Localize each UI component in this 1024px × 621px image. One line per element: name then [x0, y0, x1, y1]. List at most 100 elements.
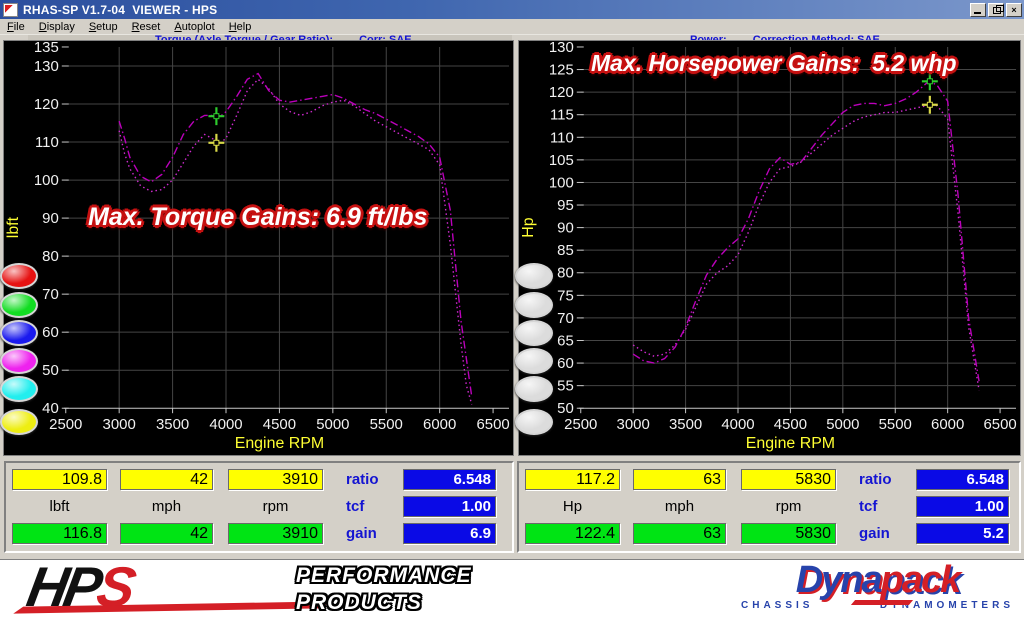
y-tick-label: 80 [557, 265, 574, 282]
x-tick-label: 4000 [721, 416, 754, 433]
channel-button-red[interactable] [0, 263, 38, 289]
mph-unit-label: mph [120, 498, 213, 515]
hp-unit-label: Hp [525, 498, 620, 515]
power-tcf-value: 1.00 [916, 496, 1009, 517]
power-gains-annotation: Max. Horsepower Gains: 5.2 whp [591, 50, 957, 77]
close-button[interactable]: × [1006, 3, 1022, 17]
dynapack-wordmark: Dynapack [735, 562, 1020, 598]
channel-button-3[interactable] [515, 320, 553, 346]
x-tick-label: 4500 [774, 416, 807, 433]
minimize-button[interactable] [970, 3, 986, 17]
x-tick-label: 2500 [564, 416, 597, 433]
window-title: RHAS-SP V1.7-04 VIEWER - HPS [23, 3, 970, 17]
title-bar[interactable]: RHAS-SP V1.7-04 VIEWER - HPS × [0, 0, 1024, 19]
app-window: RHAS-SP V1.7-04 VIEWER - HPS × File Disp… [0, 0, 1024, 621]
y-tick-label: 60 [42, 324, 59, 341]
channel-button-4[interactable] [515, 348, 553, 374]
dynapack-logo: Dynapack CHASSIS DYNAMOMETERS [735, 562, 1020, 611]
y-tick-label: 95 [557, 197, 574, 214]
channel-button-6[interactable] [515, 409, 553, 435]
channel-button-green[interactable] [0, 292, 38, 318]
modified-cursor [214, 114, 219, 119]
channel-button-2[interactable] [515, 292, 553, 318]
menu-setup[interactable]: Setup [82, 21, 125, 33]
ratio-label: ratio [346, 471, 398, 488]
menu-file[interactable]: File [0, 21, 32, 33]
y-tick-label: 65 [557, 332, 574, 349]
y-tick-label: 80 [42, 248, 59, 265]
torque-modified-mph: 42 [120, 523, 213, 544]
baseline-cursor [214, 140, 219, 145]
dynapack-chassis-text: CHASSIS [741, 600, 813, 611]
dynapack-red-bar [851, 600, 913, 605]
mph-unit-label: mph [633, 498, 726, 515]
torque-chart-panel[interactable]: 2500300035004000450050005500600065001351… [3, 40, 514, 456]
menu-display[interactable]: Display [32, 21, 82, 33]
torque-modified-value: 116.8 [12, 523, 107, 544]
menu-autoplot[interactable]: Autoplot [167, 21, 221, 33]
power-chart[interactable]: 2500300035004000450050005500600065001301… [519, 41, 1020, 455]
torque-baseline-rpm: 3910 [228, 469, 323, 490]
x-tick-label: 5000 [826, 416, 859, 433]
x-axis-title: Engine RPM [235, 435, 324, 452]
rpm-unit-label: rpm [741, 498, 836, 515]
power-baseline-rpm: 5830 [741, 469, 836, 490]
x-tick-label: 2500 [49, 416, 82, 433]
dynapack-dyna-text: Dyna [796, 559, 881, 601]
series-modified [119, 74, 472, 397]
menu-reset[interactable]: Reset [125, 21, 168, 33]
close-icon: × [1011, 5, 1016, 15]
x-tick-label: 5000 [316, 416, 349, 433]
window-controls: × [970, 3, 1022, 17]
x-tick-label: 3000 [617, 416, 650, 433]
x-tick-label: 3000 [103, 416, 136, 433]
y-tick-label: 50 [557, 400, 574, 417]
torque-baseline-mph: 42 [120, 469, 213, 490]
torque-modified-rpm: 3910 [228, 523, 323, 544]
hps-tagline-line1: PERFORMANCE [296, 562, 472, 589]
restore-icon [993, 7, 1001, 14]
y-tick-label: 70 [557, 310, 574, 327]
gain-label: gain [346, 525, 398, 542]
channel-button-blue[interactable] [0, 320, 38, 346]
menu-help[interactable]: Help [222, 21, 259, 33]
minimize-icon [974, 12, 981, 14]
tcf-label: tcf [346, 498, 398, 515]
dynapack-pack-text: pack [881, 559, 960, 601]
power-modified-rpm: 5830 [741, 523, 836, 544]
x-tick-label: 4000 [209, 416, 242, 433]
power-baseline-value: 117.2 [525, 469, 620, 490]
y-tick-label: 90 [557, 220, 574, 237]
x-tick-label: 4500 [263, 416, 296, 433]
y-tick-label: 55 [557, 378, 574, 395]
torque-channel-buttons [4, 41, 40, 455]
channel-button-cyan[interactable] [0, 376, 38, 402]
power-data-panel: 117.2 63 5830 Hp mph rpm 122.4 63 5830 r… [517, 461, 1021, 553]
torque-ratio-value: 6.548 [403, 469, 496, 490]
gain-label: gain [859, 525, 911, 542]
app-icon [3, 3, 18, 17]
y-tick-label: 70 [42, 286, 59, 303]
hps-tagline: PERFORMANCE PRODUCTS [296, 562, 472, 616]
y-tick-label: 90 [42, 210, 59, 227]
restore-button[interactable] [988, 3, 1004, 17]
power-chart-panel[interactable]: 2500300035004000450050005500600065001301… [518, 40, 1021, 456]
x-tick-label: 6500 [983, 416, 1016, 433]
channel-button-1[interactable] [515, 263, 553, 289]
power-modified-mph: 63 [633, 523, 726, 544]
power-channel-buttons [519, 41, 555, 455]
torque-gains-annotation: Max. Torque Gains: 6.9 ft/lbs [88, 203, 427, 232]
y-tick-label: 75 [557, 287, 574, 304]
y-tick-label: 85 [557, 242, 574, 259]
x-tick-label: 3500 [669, 416, 702, 433]
baseline-cursor [927, 102, 932, 107]
torque-tcf-value: 1.00 [403, 496, 496, 517]
x-tick-label: 6500 [476, 416, 509, 433]
power-gain-value: 5.2 [916, 523, 1009, 544]
power-ratio-value: 6.548 [916, 469, 1009, 490]
channel-button-magenta[interactable] [0, 348, 38, 374]
channel-button-yellow[interactable] [0, 409, 38, 435]
channel-button-5[interactable] [515, 376, 553, 402]
torque-chart[interactable]: 2500300035004000450050005500600065001351… [4, 41, 513, 455]
x-tick-label: 5500 [370, 416, 403, 433]
